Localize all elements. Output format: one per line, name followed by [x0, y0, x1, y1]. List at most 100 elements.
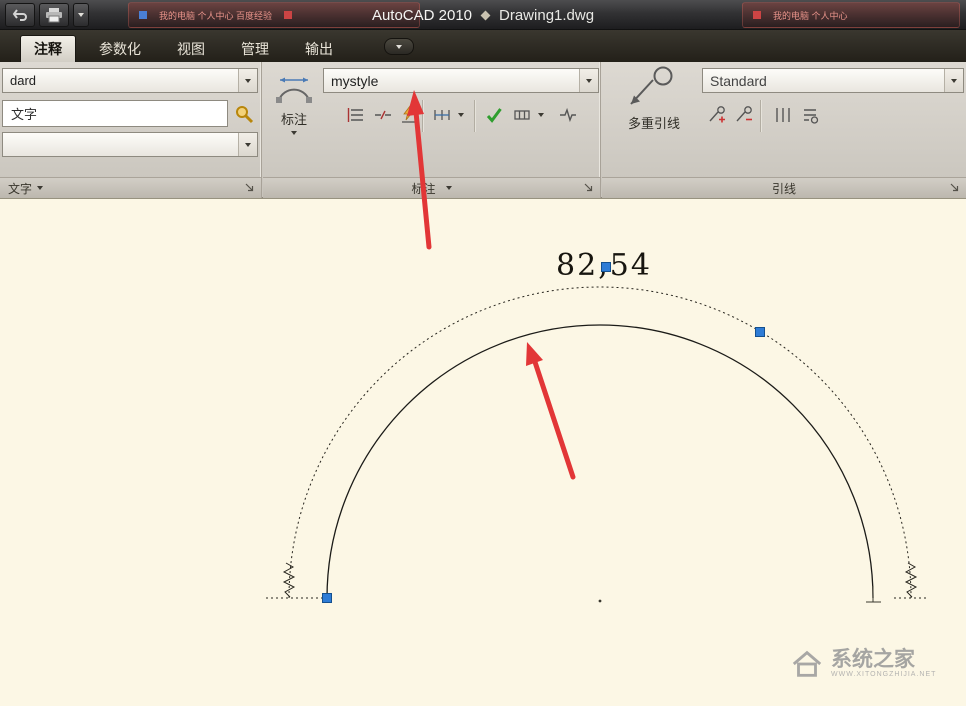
- divider: [760, 100, 761, 132]
- panel-footer-label: 引线: [772, 180, 796, 197]
- add-leader-icon: [707, 105, 727, 125]
- autocad-window: 我的电脑 个人中心 百度经验 AutoCAD 2010 Drawing1.dwg…: [0, 0, 966, 706]
- favicon-icon: [753, 11, 761, 19]
- dimension-arc-icon: [272, 66, 316, 106]
- title-separator-icon: [481, 10, 491, 20]
- inspect-button[interactable]: [481, 102, 507, 128]
- inspect-check-icon: [484, 105, 504, 125]
- ribbon-minimize-button[interactable]: [384, 38, 414, 55]
- adjust-spacing-icon: [346, 105, 366, 125]
- jog-line-button[interactable]: [555, 102, 581, 128]
- panel-text-footer[interactable]: 文字: [0, 177, 261, 198]
- dimension-split-button[interactable]: 标注: [267, 66, 321, 135]
- find-text-input[interactable]: 文字: [2, 100, 228, 127]
- break-dimension-icon: [373, 105, 393, 125]
- add-leader-button[interactable]: [704, 102, 730, 128]
- dialog-launcher-icon: [583, 182, 594, 193]
- watermark-logo-icon: [790, 648, 824, 680]
- divider: [474, 100, 475, 132]
- quick-dimension-button[interactable]: [396, 102, 422, 128]
- panel-leaders-footer[interactable]: 引线: [602, 177, 966, 198]
- adjust-spacing-button[interactable]: [343, 102, 369, 128]
- dialog-launcher-button[interactable]: [244, 182, 255, 196]
- document-title: Drawing1.dwg: [499, 7, 594, 24]
- align-leaders-icon: [773, 105, 793, 125]
- continue-dimension-icon: [432, 105, 452, 125]
- annotation-scale-combo[interactable]: [2, 132, 258, 157]
- dimension-style-combo[interactable]: mystyle: [323, 68, 599, 93]
- tab-output[interactable]: 输出: [292, 36, 346, 62]
- remove-leader-icon: [734, 105, 754, 125]
- background-tab-text: 我的电脑 个人中心 百度经验: [159, 9, 272, 22]
- panel-footer-label: 文字: [8, 180, 32, 197]
- watermark: 系统之家 WWW.XITONGZHIJIA.NET: [790, 648, 936, 680]
- dialog-launcher-button[interactable]: [949, 182, 960, 196]
- favicon-icon: [284, 11, 292, 19]
- chevron-down-icon: [446, 186, 452, 190]
- print-button[interactable]: [39, 3, 69, 27]
- multileader-button-label: 多重引线: [628, 113, 680, 132]
- combo-arrow-button[interactable]: [238, 69, 257, 92]
- align-leaders-button[interactable]: [770, 102, 796, 128]
- combo-arrow-button[interactable]: [944, 69, 963, 92]
- panel-dimension: 标注 mystyle: [263, 62, 601, 198]
- break-dimension-button[interactable]: [370, 102, 396, 128]
- continue-dimension-button[interactable]: [429, 102, 455, 128]
- watermark-name: 系统之家: [831, 649, 936, 671]
- watermark-url: WWW.XITONGZHIJIA.NET: [831, 671, 936, 678]
- dialog-launcher-button[interactable]: [583, 182, 594, 196]
- dialog-launcher-icon: [949, 182, 960, 193]
- undo-icon: [11, 8, 29, 22]
- combo-arrow-button[interactable]: [579, 69, 598, 92]
- tolerance-icon: [512, 105, 532, 125]
- chevron-down-icon: [245, 79, 251, 83]
- multileader-icon: [623, 64, 685, 110]
- titlebar: 我的电脑 个人中心 百度经验 AutoCAD 2010 Drawing1.dwg…: [0, 0, 966, 30]
- chevron-down-icon: [291, 131, 297, 135]
- background-window-tab-left[interactable]: 我的电脑 个人中心 百度经验: [128, 2, 420, 28]
- find-text-button[interactable]: [231, 101, 257, 127]
- multileader-button[interactable]: 多重引线: [608, 64, 700, 132]
- text-style-combo[interactable]: dard: [2, 68, 258, 93]
- background-tab-text: 我的电脑 个人中心: [773, 9, 848, 22]
- chevron-down-icon: [396, 45, 402, 49]
- drawing-canvas[interactable]: [0, 198, 966, 706]
- chevron-down-icon: [78, 13, 84, 17]
- printer-icon: [44, 7, 64, 23]
- chevron-down-icon: [951, 79, 957, 83]
- ribbon: dard 文字 文字: [0, 62, 966, 198]
- dimension-text[interactable]: 82,54: [545, 248, 663, 283]
- find-text-icon: [234, 104, 254, 124]
- panel-leaders: 多重引线 Standard: [602, 62, 966, 198]
- chevron-down-icon: [538, 113, 544, 117]
- divider: [422, 100, 423, 132]
- quick-access-toolbar: [5, 3, 89, 27]
- favicon-icon: [139, 11, 147, 19]
- chevron-down-icon: [37, 186, 43, 190]
- tab-parametric[interactable]: 参数化: [86, 36, 154, 62]
- collect-leaders-button[interactable]: [797, 102, 823, 128]
- tab-annotate[interactable]: 注释: [20, 35, 76, 62]
- ribbon-tab-bar: 注释 参数化 视图 管理 输出: [0, 30, 966, 62]
- collect-leaders-icon: [800, 105, 820, 125]
- panel-dimension-footer[interactable]: 标注: [263, 177, 600, 198]
- tab-view[interactable]: 视图: [164, 36, 218, 62]
- chevron-down-icon: [245, 143, 251, 147]
- tolerance-button[interactable]: [509, 102, 535, 128]
- panel-footer-label: 标注: [411, 180, 435, 197]
- combo-arrow-button[interactable]: [238, 133, 257, 156]
- undo-button[interactable]: [5, 3, 35, 27]
- tolerance-flyout[interactable]: [535, 102, 547, 128]
- dialog-launcher-icon: [244, 182, 255, 193]
- chevron-down-icon: [586, 79, 592, 83]
- tab-manage[interactable]: 管理: [228, 36, 282, 62]
- panel-text: dard 文字 文字: [0, 62, 262, 198]
- background-window-tab-right[interactable]: 我的电脑 个人中心: [742, 2, 960, 28]
- dimension-button-label: 标注: [281, 109, 307, 128]
- multileader-style-combo[interactable]: Standard: [702, 68, 964, 93]
- qat-dropdown-button[interactable]: [73, 3, 89, 27]
- remove-leader-button[interactable]: [731, 102, 757, 128]
- continue-dimension-flyout[interactable]: [455, 102, 467, 128]
- jog-line-icon: [558, 105, 578, 125]
- quick-dimension-icon: [399, 105, 419, 125]
